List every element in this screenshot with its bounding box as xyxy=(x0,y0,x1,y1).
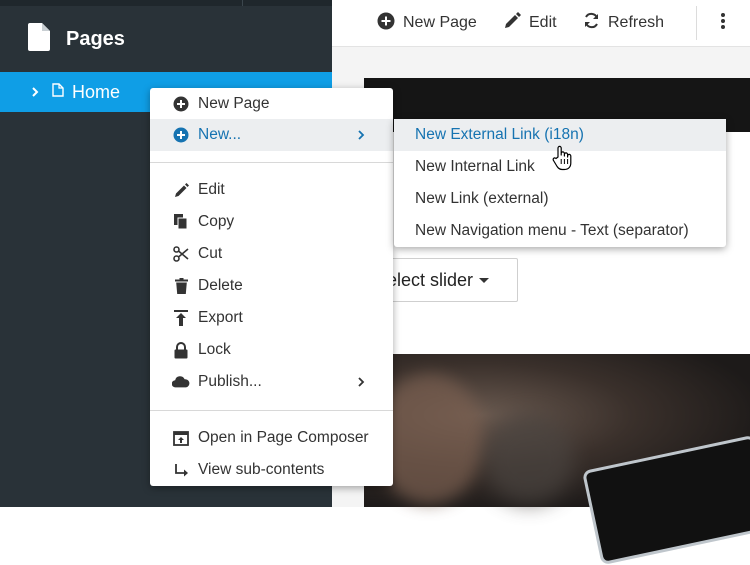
menu-item-new[interactable]: New... xyxy=(150,119,393,151)
menu-item-view-sub-contents[interactable]: View sub-contents xyxy=(150,454,393,486)
menu-item-label: Lock xyxy=(198,341,231,358)
toolbar-divider xyxy=(696,6,697,40)
menu-item-delete[interactable]: Delete xyxy=(150,270,393,302)
page-icon xyxy=(52,82,64,102)
menu-item-lock[interactable]: Lock xyxy=(150,334,393,366)
lock-icon xyxy=(172,341,190,359)
menu-item-publish[interactable]: Publish... xyxy=(150,366,393,398)
cloud-icon xyxy=(172,373,190,391)
menu-item-label: Publish... xyxy=(198,373,262,390)
hand-pointer-cursor-icon xyxy=(552,145,574,171)
plus-circle-icon xyxy=(172,95,190,113)
kebab-menu-icon xyxy=(720,12,726,35)
submenu-item-new-navigation-menu-text[interactable]: New Navigation menu - Text (separator) xyxy=(394,215,726,247)
menu-item-label: Edit xyxy=(198,181,225,198)
chevron-right-icon xyxy=(355,128,367,142)
pencil-icon xyxy=(172,181,190,199)
menu-item-cut[interactable]: Cut xyxy=(150,238,393,270)
pencil-icon xyxy=(504,12,521,34)
scissors-icon xyxy=(172,245,190,263)
menu-item-label: Cut xyxy=(198,245,223,262)
sidebar-title: Pages xyxy=(66,27,125,50)
menu-item-label: View sub-contents xyxy=(198,461,325,478)
pages-icon xyxy=(28,22,50,56)
sidebar-top-strip xyxy=(0,0,332,6)
submenu-item-label: New Internal Link xyxy=(415,158,535,175)
level-down-icon xyxy=(172,461,190,479)
edit-button[interactable]: Edit xyxy=(504,12,557,34)
new-submenu: New External Link (i18n) New Internal Li… xyxy=(394,119,726,247)
menu-item-label: Open in Page Composer xyxy=(198,429,369,446)
menu-item-label: Copy xyxy=(198,213,235,230)
refresh-button[interactable]: Refresh xyxy=(583,12,664,34)
refresh-label: Refresh xyxy=(608,14,665,31)
open-composer-icon xyxy=(172,429,190,447)
select-slider-button[interactable]: elect slider xyxy=(380,258,518,302)
context-menu: New Page New... Edit Copy Cut Delete Exp… xyxy=(150,88,393,486)
menu-item-label: Delete xyxy=(198,277,243,294)
submenu-item-new-link-external[interactable]: New Link (external) xyxy=(394,183,726,215)
refresh-icon xyxy=(583,12,600,34)
menu-item-label: New Page xyxy=(198,95,270,112)
edit-label: Edit xyxy=(529,14,557,31)
plus-circle-icon xyxy=(172,126,190,144)
tree-item-label: Home xyxy=(72,81,121,102)
menu-divider xyxy=(150,162,393,163)
submenu-item-label: New Link (external) xyxy=(415,190,549,207)
plus-circle-icon xyxy=(377,12,395,35)
submenu-item-label: New External Link (i18n) xyxy=(415,126,584,143)
copy-icon xyxy=(172,213,190,231)
more-options-button[interactable] xyxy=(720,12,726,34)
trash-icon xyxy=(172,277,190,295)
chevron-right-icon xyxy=(355,375,367,389)
new-page-button[interactable]: New Page xyxy=(377,12,477,34)
new-page-label: New Page xyxy=(403,14,477,31)
menu-item-export[interactable]: Export xyxy=(150,302,393,334)
chevron-right-icon[interactable] xyxy=(28,85,42,99)
menu-item-open-in-page-composer[interactable]: Open in Page Composer xyxy=(150,422,393,454)
menu-item-edit[interactable]: Edit xyxy=(150,174,393,206)
menu-item-label: Export xyxy=(198,309,243,326)
menu-item-new-page[interactable]: New Page xyxy=(150,88,393,120)
menu-item-copy[interactable]: Copy xyxy=(150,206,393,238)
select-slider-label: elect slider xyxy=(387,269,474,290)
submenu-item-label: New Navigation menu - Text (separator) xyxy=(415,222,689,239)
menu-item-label: New... xyxy=(198,126,242,143)
sidebar-header: Pages xyxy=(28,22,125,56)
export-icon xyxy=(172,309,190,327)
menu-divider xyxy=(150,410,393,411)
caret-down-icon xyxy=(479,277,490,283)
